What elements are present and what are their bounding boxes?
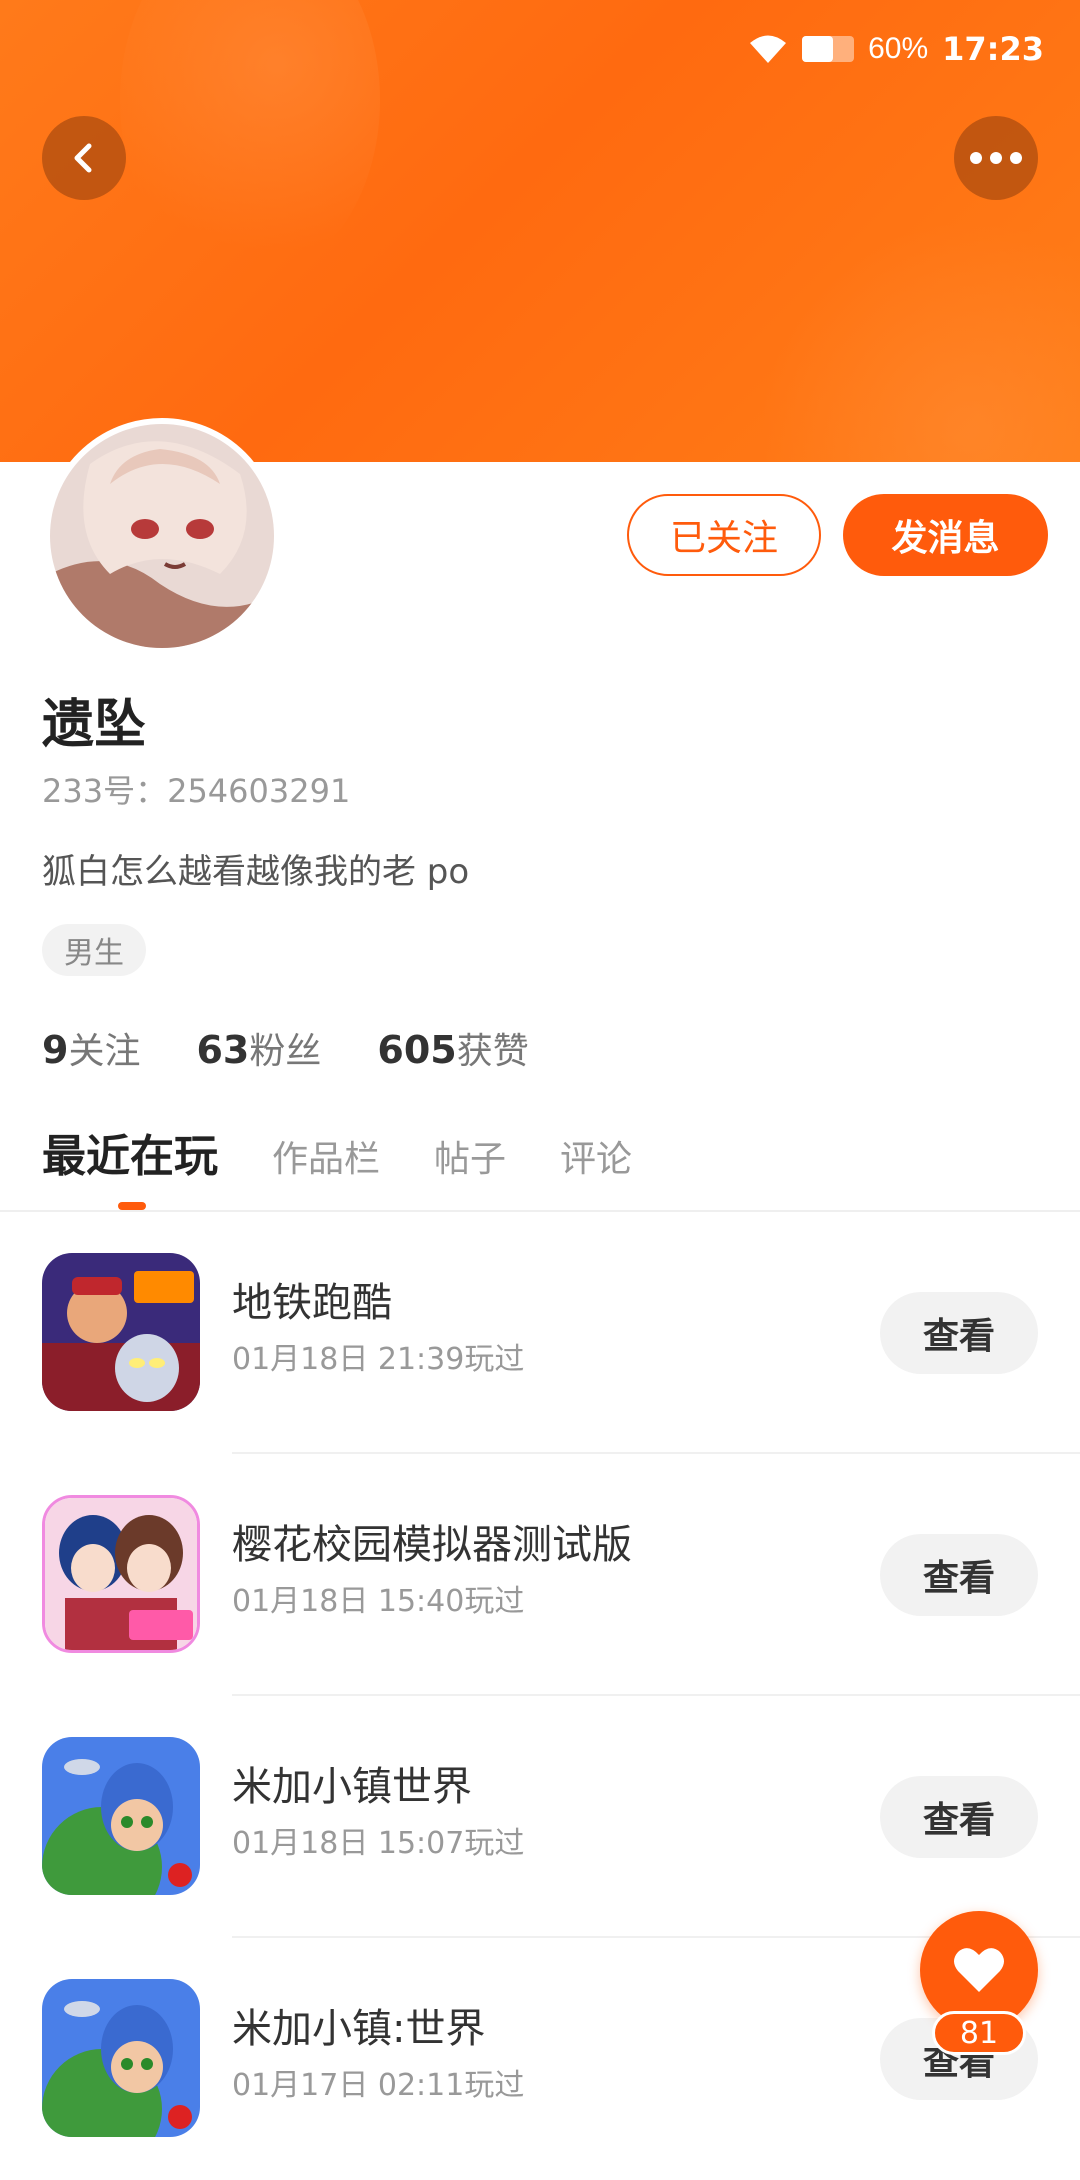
message-button[interactable]: 发消息 [843,494,1048,576]
profile-stats: 9关注 63粉丝 605获赞 [42,1022,529,1074]
game-title: 米加小镇世界 [232,1764,472,1810]
stat-following[interactable]: 9关注 [42,1022,140,1074]
list-item[interactable]: 樱花校园模拟器测试版 01月18日 15:40玩过 查看 [0,1454,1080,1696]
tab-posts[interactable]: 帖子 [434,1130,506,1182]
tab-recently-played[interactable]: 最近在玩 [42,1120,218,1184]
stat-label: 粉丝 [249,1031,322,1072]
game-title: 米加小镇:世界 [232,2006,486,2052]
clock: 17:23 [942,30,1044,68]
game-title: 地铁跑酷 [232,1280,392,1326]
heart-icon [954,1948,1004,1992]
tab-works[interactable]: 作品栏 [272,1130,380,1182]
played-time: 01月18日 21:39玩过 [232,1342,525,1377]
view-button[interactable]: 查看 [880,1776,1038,1858]
banner-decoration [760,220,1080,462]
avatar[interactable] [44,418,280,654]
wifi-icon [750,35,787,63]
played-time: 01月17日 02:11玩过 [232,2068,525,2103]
stat-number: 605 [377,1028,457,1072]
tab-bar: 最近在玩 作品栏 帖子 评论 [42,1120,632,1184]
gender-tag: 男生 [42,924,146,976]
played-time: 01月18日 15:07玩过 [232,1826,525,1861]
stat-label: 关注 [68,1031,141,1072]
banner-decoration [120,0,380,280]
stat-label: 获赞 [456,1031,529,1072]
battery-percent: 60% [868,32,929,65]
profile-name: 遗坠 [42,695,147,755]
like-count-badge: 81 [932,2011,1026,2055]
stat-number: 9 [42,1028,69,1072]
list-item[interactable]: 米加小镇世界 01月18日 15:07玩过 查看 [0,1696,1080,1938]
game-title: 樱花校园模拟器测试版 [232,1522,632,1568]
game-icon [42,1495,200,1653]
status-bar: 60% 17:23 [748,26,1044,72]
user-id: 233号：254603291 [42,772,351,810]
profile-bio: 狐白怎么越看越像我的老 po [42,852,470,892]
tab-comments[interactable]: 评论 [560,1130,632,1182]
list-item[interactable]: 地铁跑酷 01月18日 21:39玩过 查看 [0,1212,1080,1454]
stat-number: 63 [196,1028,250,1072]
view-button[interactable]: 查看 [880,1292,1038,1374]
tab-indicator [118,1202,146,1210]
game-icon [42,1253,200,1411]
view-button[interactable]: 查看 [880,1534,1038,1616]
battery-icon [802,36,855,62]
stat-followers[interactable]: 63粉丝 [196,1022,321,1074]
more-button[interactable] [954,116,1038,200]
following-button[interactable]: 已关注 [627,494,821,576]
back-button[interactable] [42,116,126,200]
game-icon [42,1737,200,1895]
more-horizontal-icon [970,152,1022,164]
list-item[interactable]: 米加小镇:世界 01月17日 02:11玩过 查看 [0,1938,1080,2180]
stat-likes[interactable]: 605获赞 [377,1022,528,1074]
game-icon [42,1979,200,2137]
played-time: 01月18日 15:40玩过 [232,1584,525,1619]
chevron-left-icon [74,143,92,173]
